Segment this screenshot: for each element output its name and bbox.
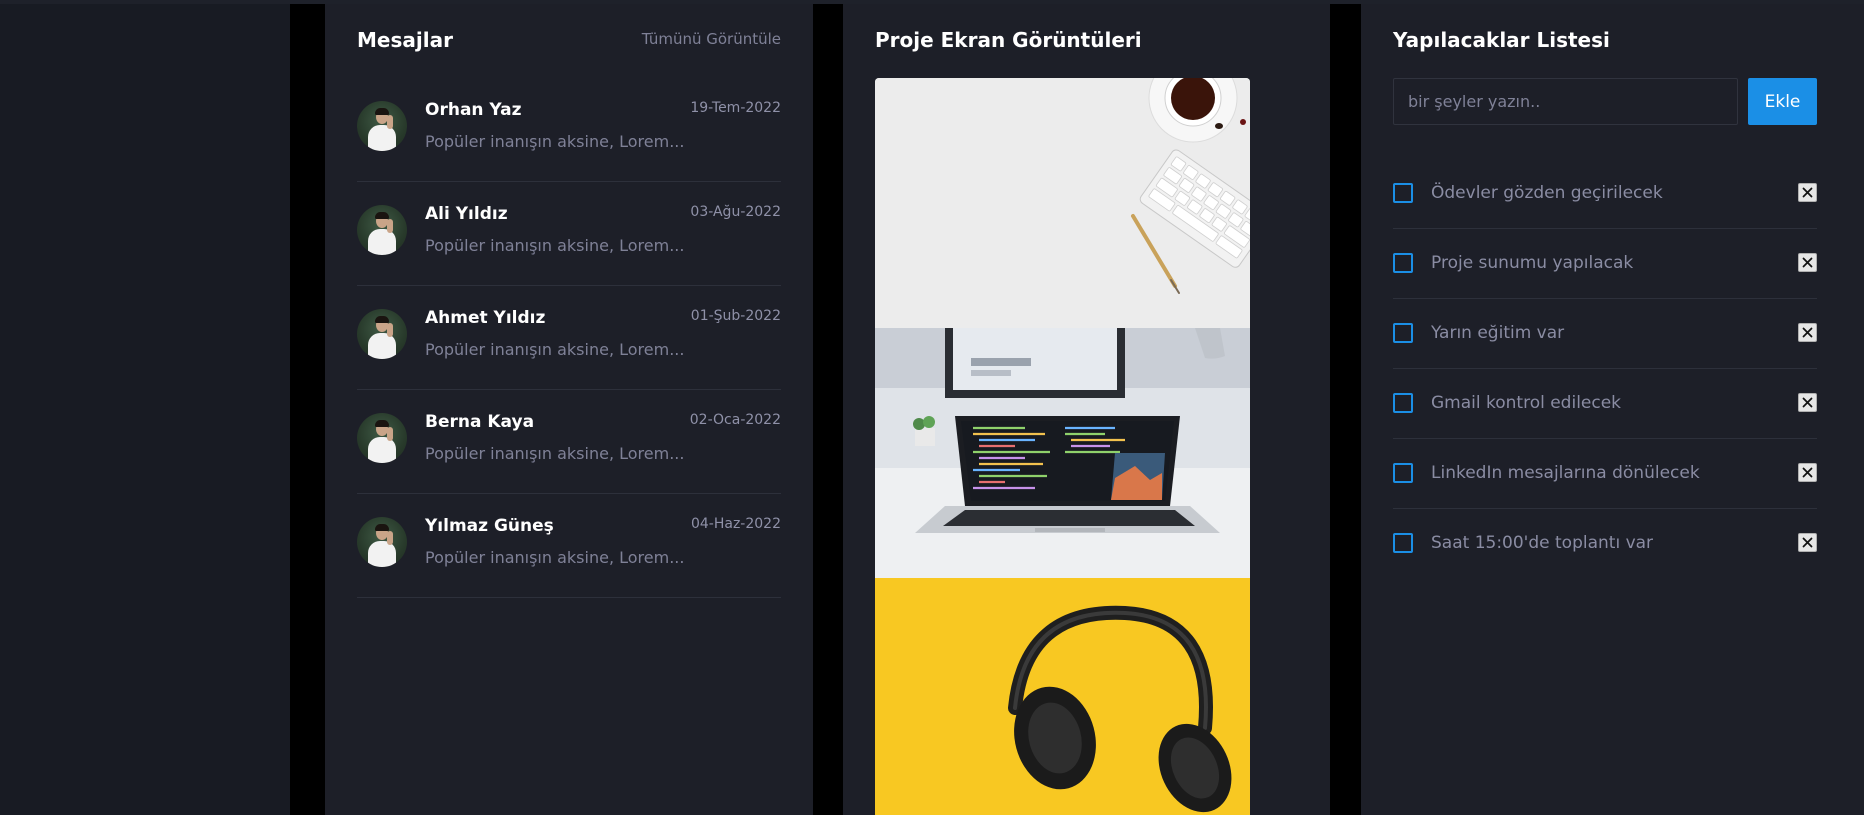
todo-checkbox[interactable] — [1393, 533, 1413, 553]
todo-text: Ödevler gözden geçirilecek — [1431, 183, 1663, 203]
message-sender: Yılmaz Güneş — [425, 516, 554, 536]
delete-todo-button[interactable] — [1798, 323, 1817, 342]
messages-title: Mesajlar — [357, 28, 453, 52]
todo-text: Saat 15:00'de toplantı var — [1431, 533, 1654, 553]
todo-item: Ödevler gözden geçirilecek — [1393, 159, 1817, 229]
message-preview: Popüler inanışın aksine, Lorem... — [425, 444, 685, 463]
todo-checkbox[interactable] — [1393, 323, 1413, 343]
screenshots-panel: Proje Ekran Görüntüleri — [843, 4, 1330, 815]
screenshot-image-headphones[interactable] — [875, 578, 1250, 815]
message-item[interactable]: Orhan Yaz 19-Tem-2022 Popüler inanışın a… — [357, 78, 781, 182]
gutter — [1330, 4, 1361, 815]
delete-todo-button[interactable] — [1798, 393, 1817, 412]
avatar — [357, 205, 407, 255]
todo-item: Gmail kontrol edilecek — [1393, 369, 1817, 439]
message-sender: Ali Yıldız — [425, 204, 508, 224]
todo-title: Yapılacaklar Listesi — [1393, 28, 1610, 52]
message-preview: Popüler inanışın aksine, Lorem... — [425, 236, 685, 255]
message-preview: Popüler inanışın aksine, Lorem... — [425, 340, 685, 359]
todo-text: Yarın eğitim var — [1431, 323, 1565, 343]
message-preview: Popüler inanışın aksine, Lorem... — [425, 548, 685, 567]
todo-text: LinkedIn mesajlarına dönülecek — [1431, 463, 1700, 483]
messages-panel: Mesajlar Tümünü Görüntüle Orhan Yaz 19-T… — [325, 4, 813, 815]
message-date: 02-Oca-2022 — [689, 412, 781, 428]
message-date: 19-Tem-2022 — [690, 100, 781, 116]
left-gutter — [290, 4, 325, 815]
message-sender: Orhan Yaz — [425, 100, 522, 120]
todo-text: Gmail kontrol edilecek — [1431, 393, 1622, 413]
close-icon — [1802, 467, 1813, 478]
close-icon — [1802, 327, 1813, 338]
message-date: 01-Şub-2022 — [690, 308, 781, 324]
screenshot-image-laptop[interactable] — [875, 328, 1250, 578]
delete-todo-button[interactable] — [1798, 463, 1817, 482]
todo-input[interactable] — [1393, 78, 1738, 125]
screenshot-image-desk[interactable] — [875, 78, 1250, 328]
dashboard-page: Mesajlar Tümünü Görüntüle Orhan Yaz 19-T… — [0, 0, 1864, 815]
message-item[interactable]: Ali Yıldız 03-Ağu-2022 Popüler inanışın … — [357, 182, 781, 286]
close-icon — [1802, 397, 1813, 408]
delete-todo-button[interactable] — [1798, 533, 1817, 552]
todo-checkbox[interactable] — [1393, 183, 1413, 203]
delete-todo-button[interactable] — [1798, 253, 1817, 272]
avatar — [357, 413, 407, 463]
todo-checkbox[interactable] — [1393, 393, 1413, 413]
message-date: 03-Ağu-2022 — [690, 204, 781, 220]
message-item[interactable]: Ahmet Yıldız 01-Şub-2022 Popüler inanışı… — [357, 286, 781, 390]
todo-checkbox[interactable] — [1393, 463, 1413, 483]
message-sender: Ahmet Yıldız — [425, 308, 546, 328]
todo-text: Proje sunumu yapılacak — [1431, 253, 1634, 273]
todo-item: Yarın eğitim var — [1393, 299, 1817, 369]
avatar — [357, 517, 407, 567]
todo-panel: Yapılacaklar Listesi Ekle Ödevler gözden… — [1361, 4, 1864, 815]
todo-item: LinkedIn mesajlarına dönülecek — [1393, 439, 1817, 509]
message-sender: Berna Kaya — [425, 412, 535, 432]
message-preview: Popüler inanışın aksine, Lorem... — [425, 132, 685, 151]
avatar — [357, 309, 407, 359]
message-list: Orhan Yaz 19-Tem-2022 Popüler inanışın a… — [357, 78, 781, 598]
todo-checkbox[interactable] — [1393, 253, 1413, 273]
gutter — [813, 4, 843, 815]
todo-list: Ödevler gözden geçirilecek Proje sunumu … — [1393, 159, 1817, 579]
delete-todo-button[interactable] — [1798, 183, 1817, 202]
view-all-link[interactable]: Tümünü Görüntüle — [642, 30, 781, 48]
todo-item: Proje sunumu yapılacak — [1393, 229, 1817, 299]
close-icon — [1802, 257, 1813, 268]
add-todo-button[interactable]: Ekle — [1748, 78, 1817, 125]
avatar — [357, 101, 407, 151]
message-date: 04-Haz-2022 — [690, 516, 781, 532]
message-item[interactable]: Berna Kaya 02-Oca-2022 Popüler inanışın … — [357, 390, 781, 494]
screenshots-title: Proje Ekran Görüntüleri — [875, 28, 1142, 52]
close-icon — [1802, 187, 1813, 198]
message-item[interactable]: Yılmaz Güneş 04-Haz-2022 Popüler inanışı… — [357, 494, 781, 598]
todo-item: Saat 15:00'de toplantı var — [1393, 509, 1817, 579]
close-icon — [1802, 537, 1813, 548]
